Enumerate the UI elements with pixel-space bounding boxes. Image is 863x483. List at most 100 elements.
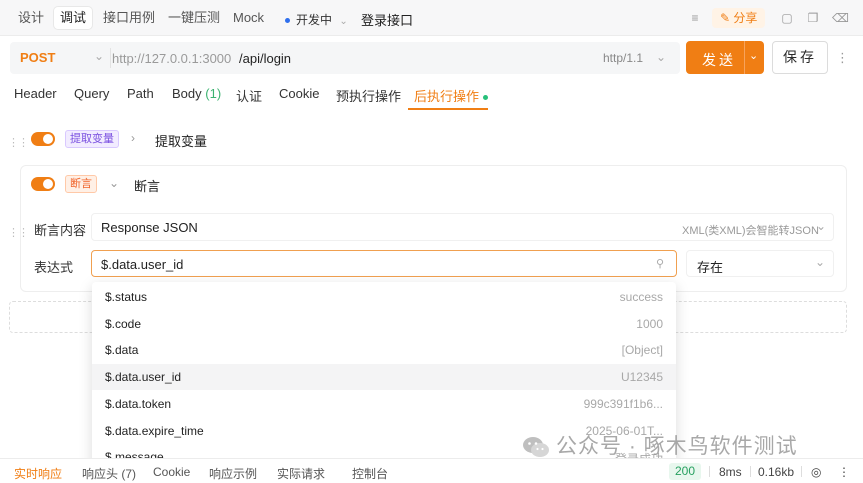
tab-body[interactable]: Body (1)	[172, 86, 221, 101]
extract-variable-title: 提取变量	[155, 134, 208, 149]
tab-query[interactable]: Query	[74, 86, 109, 101]
share-label: 分享	[733, 11, 758, 25]
tab-auth[interactable]: 认证	[236, 86, 262, 105]
path-input[interactable]: /api/login	[239, 51, 291, 66]
chevron-down-icon[interactable]: ⌄	[749, 49, 758, 62]
suggestion-item[interactable]: $.code 1000	[92, 311, 676, 337]
response-size: 0.16kb	[758, 465, 795, 479]
tab-response-example[interactable]: 响应示例	[209, 465, 257, 482]
chevron-down-icon[interactable]: ⌄	[109, 176, 119, 190]
divider	[110, 48, 111, 68]
base-url: http://127.0.0.1:3000	[112, 51, 232, 66]
tab-response-cookie[interactable]: Cookie	[153, 465, 190, 479]
drag-handle-icon[interactable]: ⋮⋮	[8, 136, 29, 149]
tab-pre-processors[interactable]: 预执行操作	[336, 86, 401, 105]
chevron-down-icon: ⌄	[816, 219, 827, 233]
tab-actual-request[interactable]: 实际请求	[277, 465, 325, 482]
assertion-content-label: 断言内容	[34, 223, 87, 238]
share-button[interactable]: ✎ 分享	[712, 8, 766, 28]
assertion-title: 断言	[134, 179, 161, 194]
suggestion-path: $.data.token	[105, 397, 172, 411]
tab-debug[interactable]: 调试	[54, 7, 93, 29]
assertion-tag: 断言	[65, 175, 97, 193]
suggestion-value: 999c391f1b6...	[583, 397, 663, 411]
suggestion-item[interactable]: $.data.token 999c391f1b6...	[92, 391, 676, 417]
expression-value: $.data.user_id	[101, 257, 184, 272]
tab-mock[interactable]: Mock	[227, 7, 270, 29]
watermark-text: 公众号 · 啄木鸟软件测试	[556, 435, 798, 458]
wechat-icon	[523, 437, 549, 458]
tab-api-cases[interactable]: 接口用例	[97, 7, 161, 29]
share-icon: ✎	[720, 11, 731, 25]
suggestion-value: success	[619, 290, 663, 304]
suggestion-path: $.code	[105, 317, 142, 331]
assertion-content-select[interactable]: Response JSON XML(类XML)会智能转JSON ⌄	[91, 213, 834, 241]
condition-select[interactable]: 存在 ⌄	[686, 250, 834, 277]
assertion-content-value: Response JSON	[101, 220, 198, 235]
more-icon[interactable]: ⋮	[836, 50, 849, 66]
list-icon[interactable]: ≡	[688, 11, 702, 25]
method-select[interactable]: POST	[20, 50, 55, 65]
divider	[750, 466, 751, 477]
watermark: 公众号 · 啄木鸟软件测试	[522, 430, 798, 460]
suggestion-item[interactable]: $.status success	[92, 284, 676, 310]
divider	[801, 466, 802, 477]
extract-variable-toggle[interactable]	[31, 132, 55, 146]
tab-console[interactable]: 控制台	[352, 465, 388, 482]
save-button[interactable]: 保存	[772, 41, 828, 74]
tab-cookie[interactable]: Cookie	[279, 86, 319, 101]
extract-variable-tag: 提取变量	[65, 130, 119, 148]
tab-body-count: (1)	[205, 86, 222, 101]
delete-icon[interactable]: ⌫	[832, 11, 849, 25]
suggestion-item-selected[interactable]: $.data.user_id U12345	[92, 364, 676, 390]
globe-icon[interactable]: ◎	[811, 465, 821, 479]
more-icon[interactable]: ⋮	[838, 465, 850, 479]
tab-post-processors-label: 后执行操作	[414, 89, 480, 104]
send-button[interactable]: 发送 ⌄	[686, 41, 764, 74]
copy-icon[interactable]: ❐	[806, 11, 820, 25]
expression-label: 表达式	[34, 260, 74, 275]
tab-load-test[interactable]: 一键压测	[162, 7, 226, 29]
chevron-right-icon[interactable]: ›	[131, 131, 135, 145]
suggestion-value: [Object]	[621, 343, 663, 357]
suggestion-path: $.data.expire_time	[105, 424, 204, 438]
tab-design[interactable]: 设计	[12, 7, 50, 29]
status-code-badge: 200	[669, 463, 701, 480]
chevron-down-icon: ⌄	[815, 255, 826, 269]
condition-value: 存在	[697, 260, 724, 275]
tab-header[interactable]: Header	[14, 86, 57, 101]
suggestion-path: $.data.user_id	[105, 370, 182, 384]
divider	[744, 41, 745, 74]
chevron-down-icon[interactable]: ⌄	[656, 50, 666, 64]
tab-live-response[interactable]: 实时响应	[14, 465, 62, 482]
expression-input[interactable]: $.data.user_id ⚲	[91, 250, 677, 277]
suggestion-item[interactable]: $.data [Object]	[92, 337, 676, 363]
response-time: 8ms	[719, 465, 742, 479]
env-status-select[interactable]: 开发中 ⌄	[285, 11, 348, 28]
extract-variable-card	[20, 124, 847, 156]
suggestion-value: U12345	[620, 370, 663, 384]
active-dot-icon	[483, 95, 489, 101]
env-status-label: 开发中	[296, 13, 333, 27]
assertion-toggle[interactable]	[31, 177, 55, 191]
chevron-down-icon[interactable]: ⌄	[94, 49, 104, 63]
drag-handle-icon[interactable]: ⋮⋮	[8, 226, 29, 239]
tab-path[interactable]: Path	[127, 86, 154, 101]
request-bar: POST ⌄ http://127.0.0.1:3000 /api/login …	[10, 42, 680, 74]
suggestion-path: $.status	[105, 290, 148, 304]
suggestion-path: $.data	[105, 343, 139, 357]
magic-wand-icon[interactable]: ⚲	[656, 257, 664, 270]
active-tab-indicator	[408, 108, 488, 110]
tab-body-label: Body	[172, 86, 202, 101]
protocol-select[interactable]: http/1.1	[603, 51, 643, 65]
response-bar: 实时响应 响应头 (7) Cookie 响应示例 实际请求 控制台 200 8m…	[0, 458, 863, 483]
chevron-down-icon: ⌄	[339, 16, 348, 27]
send-label: 发送	[702, 52, 736, 68]
divider	[709, 466, 710, 477]
top-tab-bar: 设计 调试 接口用例 一键压测 Mock 开发中 ⌄ 登录接口 ≡ ✎ 分享 ▢…	[0, 0, 863, 36]
tab-post-processors[interactable]: 后执行操作	[414, 86, 489, 105]
status-dot-icon	[285, 18, 290, 24]
lock-icon[interactable]: ▢	[780, 11, 794, 25]
endpoint-name: 登录接口	[361, 13, 414, 28]
tab-response-headers[interactable]: 响应头 (7)	[82, 465, 136, 482]
